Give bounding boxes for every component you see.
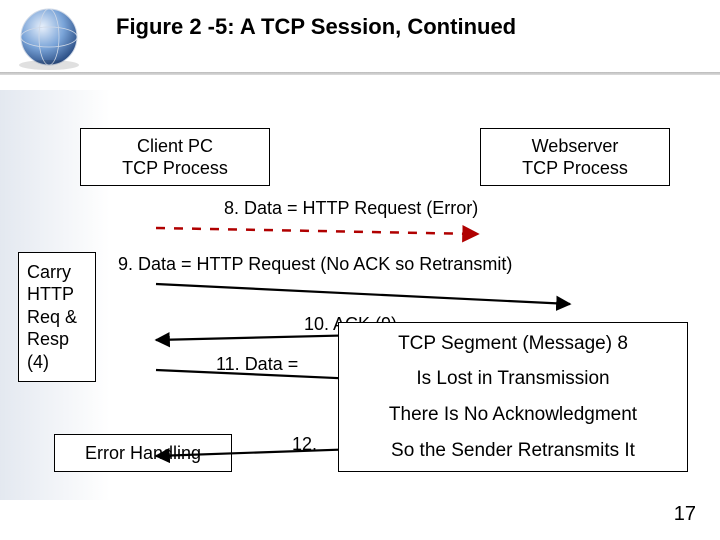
carry-l5: (4) (27, 351, 49, 374)
title-divider (0, 72, 720, 75)
figure-title: Figure 2 -5: A TCP Session, Continued (116, 14, 516, 40)
popup-l1: TCP Segment (Message) 8 (398, 332, 628, 356)
server-line1: Webserver (532, 135, 619, 158)
msg-9-label: 9. Data = HTTP Request (No ACK so Retran… (118, 254, 512, 275)
server-line2: TCP Process (522, 157, 628, 180)
msg-12-label: 12. (292, 434, 317, 455)
msg-8-label: 8. Data = HTTP Request (Error) (224, 198, 478, 219)
carry-l3: Req & (27, 306, 77, 329)
client-line1: Client PC (137, 135, 213, 158)
explanation-popup: TCP Segment (Message) 8 Is Lost in Trans… (338, 322, 688, 472)
popup-l4: So the Sender Retransmits It (391, 439, 635, 463)
client-pc-box: Client PC TCP Process (80, 128, 270, 186)
msg-11-label: 11. Data = (216, 354, 298, 375)
carry-l2: HTTP (27, 283, 74, 306)
popup-l3: There Is No Acknowledgment (389, 403, 637, 427)
carry-http-box: Carry HTTP Req & Resp (4) (18, 252, 96, 382)
client-line2: TCP Process (122, 157, 228, 180)
page-number: 17 (674, 503, 696, 526)
popup-l2: Is Lost in Transmission (416, 367, 609, 391)
globe-icon (14, 2, 84, 72)
carry-l1: Carry (27, 261, 71, 284)
error-handling-box: Error Handling (54, 434, 232, 472)
carry-l4: Resp (27, 328, 69, 351)
webserver-box: Webserver TCP Process (480, 128, 670, 186)
errh-label: Error Handling (85, 442, 201, 465)
